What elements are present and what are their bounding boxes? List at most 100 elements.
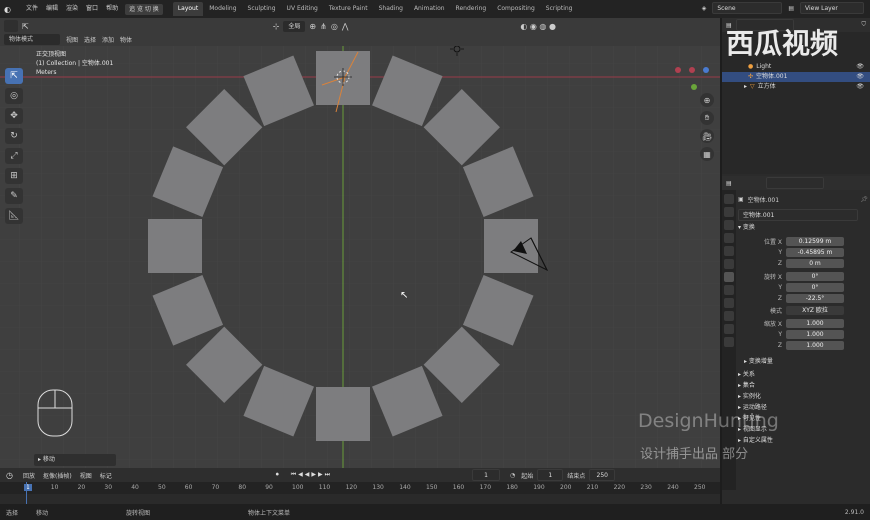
transform-section-header[interactable]: ▾ 变换 <box>738 222 868 233</box>
location-x-field[interactable]: 0.12599 m <box>786 236 844 246</box>
tab-compositing[interactable]: Compositing <box>492 2 540 16</box>
pan-hand-icon[interactable]: ✋︎ <box>700 111 714 125</box>
cursor-tool-icon[interactable]: ◎ <box>5 88 23 104</box>
eye-icon[interactable]: 👁︎ <box>856 82 864 92</box>
falloff-icon[interactable]: ⋀ <box>342 22 349 31</box>
menu-tl-view[interactable]: 视图 <box>80 471 92 480</box>
outliner-row-cube[interactable]: ▸ ▽ 立方体 👁︎ <box>722 82 870 92</box>
timeline-editor-icon[interactable]: ◷ <box>6 471 13 480</box>
tab-shading[interactable]: Shading <box>374 2 408 16</box>
menu-marker[interactable]: 标记 <box>100 471 112 480</box>
menu-keying[interactable]: 抠像(插帧) <box>43 471 72 480</box>
scene-tab-icon[interactable] <box>724 246 734 256</box>
select-tool-icon[interactable]: ⇱ <box>22 22 29 31</box>
annotate-tool-icon[interactable]: ✎ <box>5 188 23 204</box>
record-icon[interactable]: ⏺ <box>276 471 279 479</box>
render-tab-icon[interactable] <box>724 207 734 217</box>
view-layer-field[interactable]: View Layer <box>800 2 864 14</box>
tab-rendering[interactable]: Rendering <box>451 2 492 16</box>
workspace-switch-button[interactable]: 追 览 切 换 <box>125 3 163 15</box>
rotation-y-field[interactable]: 0° <box>786 282 844 292</box>
delta-transform-header[interactable]: ▸ 变换增量 <box>738 356 868 367</box>
object-name-field[interactable]: 空物体.001 <box>738 209 858 221</box>
rotate-tool-icon[interactable]: ↻ <box>5 128 23 144</box>
transform-tool-icon[interactable]: ⊞ <box>5 168 23 184</box>
menu-view[interactable]: 视图 <box>66 35 78 44</box>
measure-tool-icon[interactable]: 📐︎ <box>5 208 23 224</box>
scale-tool-icon[interactable]: ⤢ <box>5 148 23 164</box>
outliner-row-light[interactable]: ● Light 👁︎ <box>722 62 870 72</box>
viewport-shading-icons[interactable]: ◐ ◉ ◍ ● <box>520 22 556 31</box>
ring-tile[interactable] <box>316 387 370 441</box>
navigation-gizmo[interactable] <box>672 50 712 90</box>
playhead[interactable] <box>26 482 27 506</box>
gizmo-y-dot[interactable] <box>689 67 695 73</box>
mode-select[interactable]: 物体模式 <box>4 34 60 45</box>
world-tab-icon[interactable] <box>724 259 734 269</box>
tab-texture-paint[interactable]: Texture Paint <box>324 2 373 16</box>
timeline-ruler[interactable]: 1 10 20 30 40 50 60 70 80 90 100 110 120 130 140 150 160… <box>0 482 720 494</box>
rotation-x-field[interactable]: 0° <box>786 271 844 281</box>
custom-properties-section-header[interactable]: ▸ 自定义属性 <box>738 435 868 446</box>
select-box-tool-icon[interactable]: ⇱ <box>5 68 23 84</box>
last-operator-panel[interactable]: ▸ 移动 <box>34 454 116 466</box>
gizmo-z-dot[interactable] <box>703 67 709 73</box>
menu-playback[interactable]: 回放 <box>23 471 35 480</box>
ortho-grid-icon[interactable]: ▦ <box>700 147 714 161</box>
rotation-mode-select[interactable]: XYZ 欧拉 <box>786 305 844 315</box>
scale-y-field[interactable]: 1.000 <box>786 329 844 339</box>
object-tab-icon[interactable] <box>724 272 734 282</box>
editor-type-button[interactable] <box>4 20 18 32</box>
tab-modeling[interactable]: Modeling <box>204 2 241 16</box>
tab-sculpting[interactable]: Sculpting <box>243 2 281 16</box>
tab-scripting[interactable]: Scripting <box>541 2 578 16</box>
start-frame-field[interactable]: 1 <box>537 469 564 481</box>
tab-uv-editing[interactable]: UV Editing <box>282 2 323 16</box>
tab-animation[interactable]: Animation <box>409 2 450 16</box>
ring-tile[interactable] <box>148 219 202 273</box>
texture-tab-icon[interactable] <box>724 337 734 347</box>
modifier-tab-icon[interactable] <box>724 285 734 295</box>
end-frame-field[interactable]: 250 <box>589 469 616 481</box>
menu-select[interactable]: 选择 <box>84 35 96 44</box>
eye-icon[interactable]: 👁︎ <box>856 72 864 82</box>
gizmo-x-dot[interactable] <box>675 67 681 73</box>
collections-section-header[interactable]: ▸ 集合 <box>738 380 868 391</box>
scale-z-field[interactable]: 1.000 <box>786 340 844 350</box>
rotation-z-field[interactable]: -22.5° <box>786 293 844 303</box>
data-tab-icon[interactable] <box>724 324 734 334</box>
transform-orientation-select[interactable]: 全局 <box>283 20 306 32</box>
menu-render[interactable]: 渲染 <box>62 0 82 18</box>
constraints-tab-icon[interactable] <box>724 311 734 321</box>
filter-icon[interactable]: ⛉ <box>861 21 866 29</box>
pin-icon[interactable]: 📌︎ <box>860 196 868 203</box>
physics-tab-icon[interactable] <box>724 298 734 308</box>
eye-icon[interactable]: 👁︎ <box>856 62 864 72</box>
ring-tile[interactable] <box>484 219 538 273</box>
scene-field[interactable]: Scene <box>712 2 783 14</box>
properties-search-input[interactable] <box>765 177 824 189</box>
menu-object[interactable]: 物体 <box>120 35 132 44</box>
menu-window[interactable]: 窗口 <box>82 0 102 18</box>
blender-logo-icon[interactable]: ◐ <box>4 5 18 14</box>
tab-layout[interactable]: Layout <box>172 2 204 16</box>
location-y-field[interactable]: -0.45895 m <box>786 247 844 257</box>
zoom-icon[interactable]: ⊕ <box>700 93 714 107</box>
current-frame-field[interactable]: 1 <box>472 469 500 481</box>
move-tool-icon[interactable]: ✥ <box>5 108 23 124</box>
pivot-icon[interactable]: ⊕ <box>309 22 316 31</box>
tool-tab-icon[interactable] <box>724 194 734 204</box>
properties-editor-icon[interactable]: ▤ <box>726 180 732 187</box>
instancing-section-header[interactable]: ▸ 实例化 <box>738 391 868 402</box>
playback-controls-icon[interactable]: ⏮◀◀▶▶⏭ <box>291 471 332 479</box>
proportional-edit-icon[interactable]: ◎ <box>331 22 338 31</box>
output-tab-icon[interactable] <box>724 220 734 230</box>
snap-icon[interactable]: ⋔ <box>320 22 327 31</box>
camera-view-icon[interactable]: 🎥︎ <box>700 129 714 143</box>
menu-file[interactable]: 文件 <box>22 0 42 18</box>
outliner-row-empty[interactable]: ✣ 空物体.001 👁︎ <box>722 72 870 82</box>
view-layer-tab-icon[interactable] <box>724 233 734 243</box>
menu-edit[interactable]: 编辑 <box>42 0 62 18</box>
viewport-canvas[interactable] <box>0 18 720 468</box>
location-z-field[interactable]: 0 m <box>786 258 844 268</box>
